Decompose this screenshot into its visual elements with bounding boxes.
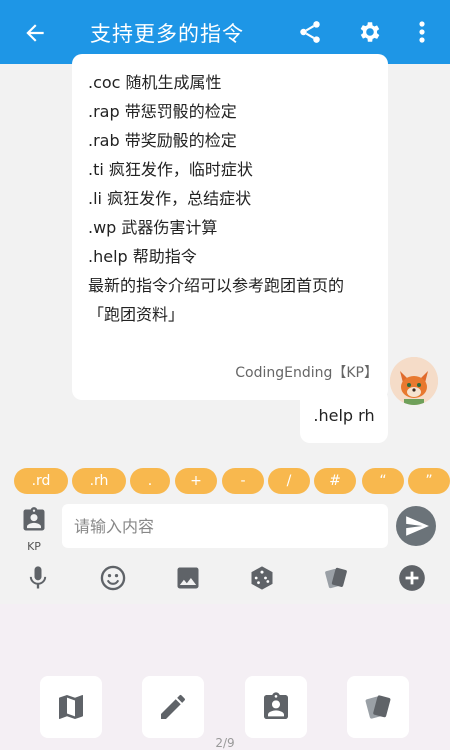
cards-tile-button[interactable] <box>347 676 409 738</box>
send-icon <box>406 516 429 536</box>
image-icon[interactable] <box>174 564 202 592</box>
chip-open-quote[interactable]: “ <box>362 468 404 494</box>
chip-plus[interactable]: + <box>175 468 217 494</box>
more-vert-icon[interactable] <box>412 19 432 45</box>
message-input-row: KP <box>0 500 450 554</box>
sender-name: CodingEnding【KP】 <box>235 365 378 381</box>
chip-rd[interactable]: .rd <box>14 468 68 494</box>
message-line: 「跑团资料」 <box>88 305 185 324</box>
edit-tile-button[interactable] <box>142 676 204 738</box>
page-indicator: 2/9 <box>215 736 235 750</box>
cards-icon <box>365 695 391 719</box>
chip-slash[interactable]: / <box>268 468 310 494</box>
message-input[interactable] <box>62 504 388 548</box>
add-icon[interactable] <box>398 564 426 592</box>
outgoing-message-bubble: .help rh <box>300 389 388 443</box>
pencil-icon <box>161 694 185 719</box>
role-label: KP <box>27 540 41 553</box>
map-icon <box>59 695 83 719</box>
chip-dot[interactable]: . <box>130 468 170 494</box>
back-arrow-icon[interactable] <box>22 20 48 46</box>
message-line: .ti 疯狂发作，临时症状 <box>88 160 253 179</box>
dice-icon[interactable] <box>248 564 276 592</box>
message-line: .help 帮助指令 <box>88 247 197 266</box>
role-switch-button[interactable]: KP <box>18 506 50 553</box>
chip-minus[interactable]: - <box>222 468 264 494</box>
mic-icon[interactable] <box>24 564 52 592</box>
message-line: 最新的指令介绍可以参考跑团首页的 <box>88 276 345 295</box>
message-line: .li 疯狂发作，总结症状 <box>88 189 252 208</box>
settings-gear-icon[interactable] <box>357 19 383 45</box>
map-tile-button[interactable] <box>40 676 102 738</box>
incoming-message-bubble: .coc 随机生成属性 .rap 带惩罚骰的检定 .rab 带奖励骰的检定 .t… <box>72 54 388 400</box>
message-line: .wp 武器伤害计算 <box>88 218 218 237</box>
send-button[interactable] <box>396 506 436 546</box>
chip-close-quote[interactable]: ” <box>408 468 450 494</box>
tools-panel: 2/9 <box>0 604 450 750</box>
avatar[interactable] <box>390 357 438 405</box>
share-icon[interactable] <box>297 19 323 45</box>
chip-rh[interactable]: .rh <box>72 468 126 494</box>
cards-icon[interactable] <box>322 564 350 592</box>
input-tool-row <box>0 560 450 600</box>
page-title: 支持更多的指令 <box>90 22 244 46</box>
chat-area: .coc 随机生成属性 .rap 带惩罚骰的检定 .rab 带奖励骰的检定 .t… <box>0 54 450 459</box>
message-line: .rap 带惩罚骰的检定 <box>88 102 237 121</box>
badge-icon <box>264 692 288 719</box>
message-line: .rab 带奖励骰的检定 <box>88 131 237 150</box>
message-line: .coc 随机生成属性 <box>88 73 222 92</box>
character-tile-button[interactable] <box>245 676 307 738</box>
fox-avatar-icon <box>390 357 438 405</box>
badge-icon <box>23 507 45 531</box>
emoji-icon[interactable] <box>99 564 127 592</box>
quick-command-bar: .rd .rh . + - / # “ ” <box>0 468 450 496</box>
chip-hash[interactable]: # <box>314 468 356 494</box>
